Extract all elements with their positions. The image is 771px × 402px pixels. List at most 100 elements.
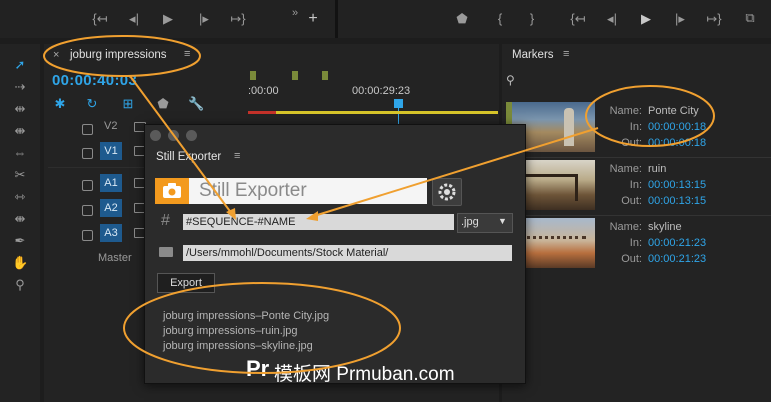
export-frame-icon[interactable]: ⧉ bbox=[742, 11, 758, 25]
track-label[interactable]: Master bbox=[98, 252, 132, 264]
in-label: In: bbox=[629, 237, 642, 249]
timeline-ruler[interactable]: :00:00 00:00:29:23 bbox=[248, 70, 498, 128]
mark-in-icon[interactable]: {↤ bbox=[92, 12, 108, 26]
watermark-site: 模板网 Prmuban.com bbox=[274, 364, 455, 385]
track-label[interactable]: A2 bbox=[100, 199, 122, 217]
marker-in[interactable]: 00:00:13:15 bbox=[648, 179, 706, 191]
panel-title: Still Exporter bbox=[156, 151, 222, 163]
watermark-logo: Pr bbox=[246, 356, 270, 381]
mark-out-icon[interactable]: ↦} bbox=[230, 12, 246, 26]
wrench-icon[interactable]: 🔧 bbox=[188, 97, 204, 111]
output-file: joburg impressions–ruin.jpg bbox=[163, 325, 298, 337]
markers-panel-title: Markers bbox=[512, 49, 554, 61]
marker-name: ruin bbox=[648, 163, 667, 175]
step-back-icon[interactable]: ◂| bbox=[604, 12, 620, 26]
lock-icon[interactable] bbox=[82, 124, 93, 135]
marker-out[interactable]: 00:00:13:15 bbox=[648, 195, 706, 207]
add-marker-icon[interactable]: ⊞ bbox=[120, 97, 136, 111]
chevron-down-icon: ▼ bbox=[498, 216, 507, 226]
slide-tool-icon[interactable]: ⇼ bbox=[12, 212, 28, 226]
pen-tool-icon[interactable]: ✒ bbox=[12, 234, 28, 248]
ruler-marker[interactable] bbox=[322, 71, 328, 80]
marker-name: Ponte City bbox=[648, 105, 699, 117]
close-tab-icon[interactable]: × bbox=[53, 49, 59, 61]
step-back-icon[interactable]: ◂| bbox=[126, 12, 142, 26]
panel-menu-icon[interactable]: ≡ bbox=[234, 150, 240, 162]
format-select[interactable]: .jpg ▼ bbox=[457, 213, 513, 233]
output-folder-field[interactable]: /Users/mmohl/Documents/Stock Material/ bbox=[183, 245, 512, 261]
watermark: Pr 模板网 Prmuban.com bbox=[246, 356, 526, 386]
name-label: Name: bbox=[609, 163, 642, 175]
filename-pattern-input[interactable]: #SEQUENCE-#NAME bbox=[183, 214, 454, 230]
ruler-marker[interactable] bbox=[250, 71, 256, 80]
tools-panel: ➚ ⇢ ⇹ ⇼ ⇔ ✂ ⇿ ⇼ ✒ ✋ ⚲ bbox=[0, 44, 40, 402]
lock-icon[interactable] bbox=[82, 205, 93, 216]
marker-icon[interactable]: ⬟ bbox=[155, 97, 171, 111]
ripple-edit-tool-icon[interactable]: ⇹ bbox=[12, 102, 28, 116]
playhead-handle[interactable] bbox=[394, 99, 403, 108]
linked-selection-icon[interactable]: ↻ bbox=[84, 97, 100, 111]
track-label[interactable]: A3 bbox=[100, 224, 122, 242]
panel-menu-icon[interactable]: ≡ bbox=[563, 48, 569, 60]
hash-icon: # bbox=[161, 212, 170, 229]
play-icon[interactable]: ▶ bbox=[638, 12, 654, 26]
out-label: Out: bbox=[621, 137, 642, 149]
window-zoom-button[interactable] bbox=[186, 130, 197, 141]
go-to-out-icon[interactable]: ↦} bbox=[706, 12, 722, 26]
sequence-tab-label: joburg impressions bbox=[70, 49, 167, 61]
ruin-shape bbox=[522, 174, 578, 201]
sequence-tab[interactable]: × joburg impressions ≡ bbox=[48, 46, 198, 66]
skyline-shape bbox=[520, 236, 586, 259]
marker-item-1[interactable]: Name: Ponte City In: 00:00:00:18 Out: 00… bbox=[600, 102, 770, 154]
folder-icon[interactable] bbox=[159, 247, 173, 257]
track-label[interactable]: V1 bbox=[100, 142, 122, 160]
go-to-in-icon[interactable]: {↤ bbox=[570, 12, 586, 26]
still-exporter-dialog: Still Exporter ≡ Still Exporter # #SEQUE… bbox=[144, 124, 526, 384]
snap-icon[interactable]: ✱ bbox=[52, 97, 68, 111]
marker-name: skyline bbox=[648, 221, 682, 233]
source-transport-bar: {↤ ◂| ▶ |▸ ↦} » + bbox=[0, 0, 335, 38]
marker-item-2[interactable]: Name: ruin In: 00:00:13:15 Out: 00:00:13… bbox=[600, 160, 770, 212]
razor-tool-icon[interactable]: ✂ bbox=[12, 168, 28, 182]
track-label[interactable]: A1 bbox=[100, 174, 122, 192]
add-button-icon[interactable]: + bbox=[305, 11, 321, 27]
output-file: joburg impressions–skyline.jpg bbox=[163, 340, 313, 352]
lock-icon[interactable] bbox=[82, 180, 93, 191]
camera-icon bbox=[155, 178, 189, 204]
slip-tool-icon[interactable]: ⇿ bbox=[12, 190, 28, 204]
format-value: .jpg bbox=[461, 216, 479, 228]
window-close-button[interactable] bbox=[150, 130, 161, 141]
mark-out-icon[interactable]: } bbox=[524, 12, 540, 26]
mark-in-icon[interactable]: { bbox=[492, 12, 508, 26]
track-select-tool-icon[interactable]: ⇢ bbox=[12, 80, 28, 94]
settings-button[interactable] bbox=[432, 178, 462, 206]
marker-out[interactable]: 00:00:21:23 bbox=[648, 253, 706, 265]
selection-tool-icon[interactable]: ➚ bbox=[12, 58, 28, 72]
ruler-marker[interactable] bbox=[292, 71, 298, 80]
in-label: In: bbox=[629, 179, 642, 191]
marker-in[interactable]: 00:00:00:18 bbox=[648, 121, 706, 133]
marker-divider bbox=[506, 215, 771, 216]
window-minimize-button[interactable] bbox=[168, 130, 179, 141]
step-forward-icon[interactable]: |▸ bbox=[672, 12, 688, 26]
marker-in[interactable]: 00:00:21:23 bbox=[648, 237, 706, 249]
more-controls-icon[interactable]: » bbox=[287, 6, 303, 20]
lock-icon[interactable] bbox=[82, 230, 93, 241]
marker-out[interactable]: 00:00:00:18 bbox=[648, 137, 706, 149]
step-forward-icon[interactable]: |▸ bbox=[196, 12, 212, 26]
export-button[interactable]: Export bbox=[157, 273, 215, 293]
track-label[interactable]: V2 bbox=[104, 120, 117, 132]
play-icon[interactable]: ▶ bbox=[160, 12, 176, 26]
zoom-tool-icon[interactable]: ⚲ bbox=[12, 278, 28, 292]
rate-stretch-tool-icon[interactable]: ⇔ bbox=[12, 146, 28, 160]
marker-item-3[interactable]: Name: skyline In: 00:00:21:23 Out: 00:00… bbox=[600, 218, 770, 270]
rolling-edit-tool-icon[interactable]: ⇼ bbox=[12, 124, 28, 138]
hand-tool-icon[interactable]: ✋ bbox=[12, 256, 28, 270]
playhead-timecode[interactable]: 00:00:40:03 bbox=[52, 72, 137, 89]
output-file: joburg impressions–Ponte City.jpg bbox=[163, 310, 330, 322]
lock-icon[interactable] bbox=[82, 148, 93, 159]
gear-icon bbox=[438, 183, 456, 201]
tab-menu-icon[interactable]: ≡ bbox=[184, 48, 190, 60]
search-icon[interactable]: ⚲ bbox=[506, 73, 515, 87]
marker-icon[interactable]: ⬟ bbox=[454, 12, 470, 26]
